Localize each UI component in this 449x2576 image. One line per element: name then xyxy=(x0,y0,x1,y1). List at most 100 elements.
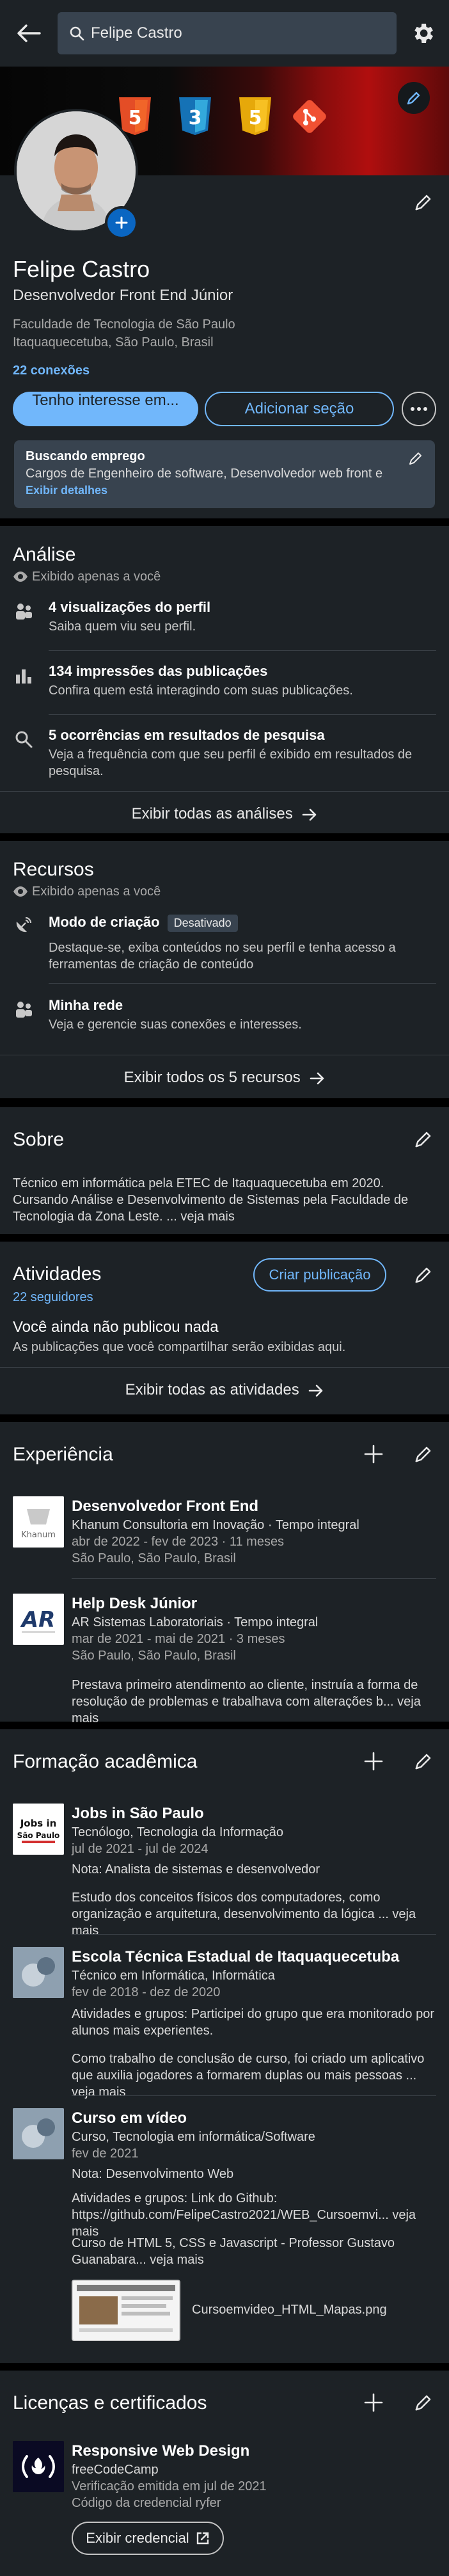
show-all-analysis-link[interactable]: Exibir todas as análises xyxy=(0,805,449,823)
experience-dates: mar de 2021 - mai de 2021 · 3 meses xyxy=(72,1632,285,1646)
connections-link[interactable]: 22 conexões xyxy=(13,364,90,378)
freecodecamp-logo[interactable] xyxy=(13,2441,64,2492)
add-license-button[interactable] xyxy=(361,2390,386,2415)
analysis-item-search-appearances[interactable]: 5 ocorrências em resultados de pesquisa … xyxy=(14,727,436,785)
add-photo-button[interactable] xyxy=(105,206,138,239)
education-activities[interactable]: Atividades e grupos: Link do Github: htt… xyxy=(72,2190,436,2240)
profile-location: Itaquaquecetuba, São Paulo, Brasil xyxy=(13,335,214,349)
git-logo-icon xyxy=(290,97,329,139)
divider xyxy=(49,983,436,984)
company-logo-ar[interactable]: AR xyxy=(13,1594,64,1645)
education-desc[interactable]: Estudo dos conceitos físicos dos computa… xyxy=(72,1889,436,1939)
education-school[interactable]: Curso em vídeo xyxy=(72,2109,187,2127)
pencil-icon xyxy=(415,1267,431,1283)
experience-desc[interactable]: Prestava primeiro atendimento ao cliente… xyxy=(72,1677,436,1727)
pencil-icon xyxy=(415,2395,431,2411)
creator-mode-item[interactable]: Modo de criação Desativado Destaque-se, e… xyxy=(14,913,436,977)
svg-text:AR: AR xyxy=(20,1607,56,1633)
open-to-button[interactable]: Tenho interesse em... xyxy=(13,392,198,426)
show-all-activity-link[interactable]: Exibir todas as atividades xyxy=(0,1381,449,1399)
analysis-item-title: 134 impressões das publicações xyxy=(49,663,268,679)
show-all-resources-link[interactable]: Exibir todos os 5 recursos xyxy=(0,1069,449,1087)
analysis-private-note: Exibido apenas a você xyxy=(13,570,161,584)
experience-title: Experiência xyxy=(13,1444,113,1465)
education-desc[interactable]: Curso de HTML 5, CSS e Javascript - Prof… xyxy=(72,2235,436,2268)
experience-role[interactable]: Help Desk Júnior xyxy=(72,1595,197,1613)
education-dates: jul de 2021 - jul de 2024 xyxy=(72,1842,209,1856)
education-school[interactable]: Escola Técnica Estadual de Itaquaquecetu… xyxy=(72,1948,399,1966)
analysis-item-impressions[interactable]: 134 impressões das publicações Confira q… xyxy=(14,663,436,708)
show-credential-button[interactable]: Exibir credencial xyxy=(72,2522,224,2555)
education-title: Formação acadêmica xyxy=(13,1751,198,1772)
company-logo-khanum[interactable]: Khanum xyxy=(13,1496,64,1548)
education-degree: Tecnólogo, Tecnologia da Informação xyxy=(72,1825,283,1839)
analysis-item-profile-views[interactable]: 4 visualizações do perfil Saiba quem viu… xyxy=(14,599,436,644)
job-box-title: Buscando emprego xyxy=(26,449,145,463)
resources-title: Recursos xyxy=(13,859,94,880)
experience-place: São Paulo, São Paulo, Brasil xyxy=(72,1551,236,1565)
back-arrow-icon[interactable] xyxy=(0,0,58,67)
edit-education-button[interactable] xyxy=(411,1748,436,1774)
plus-icon xyxy=(364,1752,383,1771)
create-post-button[interactable]: Criar publicação xyxy=(253,1258,386,1292)
search-input[interactable]: Felipe Castro xyxy=(58,12,397,54)
education-school[interactable]: Jobs in São Paulo xyxy=(72,1805,204,1823)
divider xyxy=(0,791,449,792)
add-experience-button[interactable] xyxy=(361,1441,386,1467)
my-network-title: Minha rede xyxy=(49,997,123,1013)
about-text[interactable]: Técnico em informática pela ETEC de Itaq… xyxy=(13,1175,435,1225)
analysis-title: Análise xyxy=(13,544,76,565)
edit-experience-button[interactable] xyxy=(411,1441,436,1467)
edit-job-box-button[interactable] xyxy=(408,451,423,469)
education-media-thumbnail[interactable] xyxy=(72,2280,180,2341)
edit-licenses-button[interactable] xyxy=(411,2390,436,2415)
followers-count[interactable]: 22 seguidores xyxy=(13,1290,93,1305)
my-network-desc: Veja e gerencie suas conexões e interess… xyxy=(49,1018,302,1032)
license-name[interactable]: Responsive Web Design xyxy=(72,2442,249,2460)
open-to-label: Tenho interesse em... xyxy=(32,392,179,409)
people-icon xyxy=(16,1002,32,1018)
job-box-link[interactable]: Exibir detalhes xyxy=(26,484,423,497)
pencil-icon xyxy=(409,452,421,465)
school-placeholder-icon xyxy=(13,2108,64,2159)
css3-logo-icon: 3 xyxy=(177,96,214,140)
creator-mode-desc: Destaque-se, exiba conteúdos no seu perf… xyxy=(49,941,396,972)
experience-role[interactable]: Desenvolvedor Front End xyxy=(72,1498,258,1516)
gear-icon[interactable] xyxy=(397,20,449,46)
open-to-work-box[interactable]: Buscando emprego Cargos de Engenheiro de… xyxy=(14,440,435,508)
more-options-button[interactable] xyxy=(402,392,436,426)
divider xyxy=(49,650,436,651)
profile-school: Faculdade de Tecnologia de São Paulo xyxy=(13,317,235,332)
webpage-thumbnail-icon xyxy=(73,2281,179,2340)
pencil-icon xyxy=(415,1754,431,1770)
edit-intro-button[interactable] xyxy=(411,189,436,215)
school-logo-etec[interactable] xyxy=(13,1947,64,1998)
arrow-right-icon xyxy=(303,808,317,820)
school-logo-jobs-in-sao-paulo[interactable]: Jobs in São Paulo xyxy=(13,1804,64,1855)
add-section-button[interactable]: Adicionar seção xyxy=(205,392,394,426)
creator-mode-title: Modo de criação Desativado xyxy=(49,914,238,932)
divider xyxy=(72,1934,436,1935)
analysis-item-desc: Saiba quem viu seu perfil. xyxy=(49,620,196,634)
school-logo-curso-em-video[interactable] xyxy=(13,2108,64,2159)
education-desc[interactable]: Como trabalho de conclusão de curso, foi… xyxy=(72,2051,436,2100)
show-all-label: Exibir todas as atividades xyxy=(125,1381,299,1398)
my-network-item[interactable]: Minha rede Veja e gerencie suas conexões… xyxy=(14,997,436,1042)
education-media-name[interactable]: Cursoemvideo_HTML_Mapas.png xyxy=(192,2303,387,2317)
activity-section: Atividades 22 seguidores Criar publicaçã… xyxy=(0,1242,449,1414)
licenses-section: Licenças e certificados Responsive Web D… xyxy=(0,2371,449,2576)
add-education-button[interactable] xyxy=(361,1748,386,1774)
ar-logo-icon: AR xyxy=(13,1594,64,1645)
edit-about-button[interactable] xyxy=(411,1126,436,1152)
education-degree: Técnico em Informática, Informática xyxy=(72,1969,275,1983)
eye-icon xyxy=(13,572,28,582)
top-bar: Felipe Castro xyxy=(0,0,449,67)
svg-text:5: 5 xyxy=(129,107,142,129)
profile-headline: Desenvolvedor Front End Júnior xyxy=(13,287,233,304)
profile-page: { "topbar": {"search_value": "Felipe Cas… xyxy=(0,0,449,2576)
edit-activity-button[interactable] xyxy=(411,1262,436,1288)
experience-company: AR Sistemas Laboratoriais · Tempo integr… xyxy=(72,1615,319,1629)
activity-empty-desc: As publicações que você compartilhar ser… xyxy=(13,1340,346,1354)
edit-banner-button[interactable] xyxy=(398,82,430,114)
divider xyxy=(49,714,436,715)
